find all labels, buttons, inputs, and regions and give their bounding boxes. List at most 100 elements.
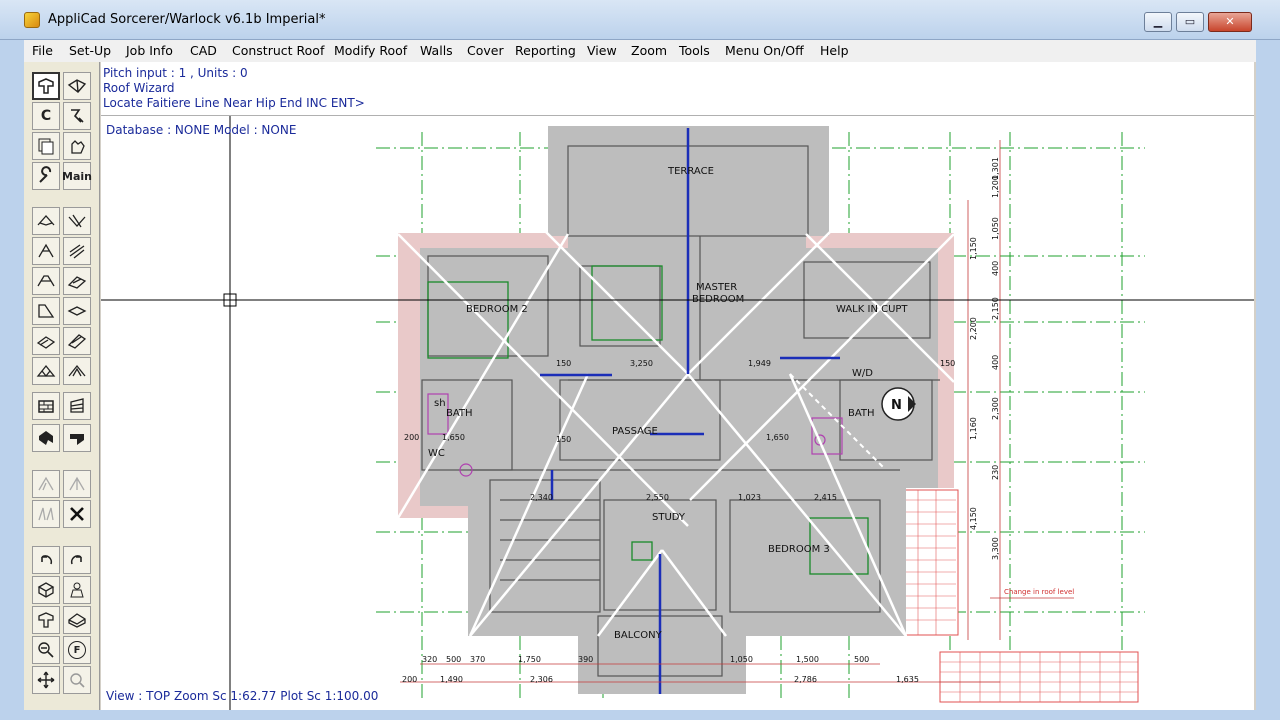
hand-tool[interactable] (63, 132, 91, 160)
disabled-valley-icon (69, 476, 85, 491)
main-menu-icon: Main (62, 169, 92, 183)
document-tool[interactable] (32, 132, 60, 160)
dim-400-b: 400 (991, 355, 1000, 370)
render-tool[interactable] (63, 606, 91, 634)
zoom-out-icon (38, 642, 54, 658)
redo-tool[interactable] (63, 546, 91, 574)
menu-view[interactable]: View (587, 43, 617, 58)
flat-roof-tool[interactable] (63, 297, 91, 325)
dim-150-a: 150 (556, 359, 571, 368)
dim-1650: 1,650 (442, 433, 465, 442)
room-bedroom-2: BEDROOM 2 (466, 304, 528, 315)
floor-plan-drawing: TERRACE MASTER BEDROOM BEDROOM 2 WALK IN… (101, 116, 1254, 710)
zoom-out-tool[interactable] (32, 636, 60, 664)
menu-tools[interactable]: Tools (679, 43, 710, 58)
window-border-left (0, 40, 24, 720)
dim-3250: 3,250 (630, 359, 653, 368)
zoom-fit-tool[interactable]: F (63, 636, 91, 664)
room-study: STUDY (652, 512, 686, 523)
tie-tool[interactable] (63, 102, 91, 130)
clear-tool[interactable]: C (32, 102, 60, 130)
dim-390: 390 (578, 655, 593, 664)
delete-x-icon (70, 507, 84, 521)
tie-icon (71, 109, 84, 123)
zoom-window-tool[interactable] (63, 666, 91, 694)
dutch-gable-tool[interactable] (32, 267, 60, 295)
fold-left-tool[interactable] (32, 424, 60, 452)
dim-1050: 1,050 (991, 217, 1000, 240)
title-bar: AppliCad Sorcerer/Warlock v6.1b Imperial… (0, 0, 1280, 40)
menu-setup[interactable]: Set-Up (69, 43, 111, 58)
skillion-tool[interactable] (32, 297, 60, 325)
drawing-canvas[interactable]: TERRACE MASTER BEDROOM BEDROOM 2 WALK IN… (101, 116, 1254, 710)
dim-2300: 2,300 (991, 397, 1000, 420)
document-stack-icon (38, 138, 54, 155)
pan-tool[interactable] (32, 666, 60, 694)
pan-arrows-icon (37, 671, 55, 689)
menu-zoom[interactable]: Zoom (631, 43, 667, 58)
render-icon (68, 613, 86, 628)
roof-edit-tool[interactable] (32, 606, 60, 634)
skillion-icon (38, 304, 55, 318)
disabled-pair-icon (38, 507, 54, 521)
app-icon (24, 12, 40, 28)
sheet-tool[interactable] (32, 327, 60, 355)
maximize-button[interactable]: ▭ (1176, 12, 1204, 32)
menu-job-info[interactable]: Job Info (126, 43, 173, 58)
rafter-icon (69, 244, 85, 259)
wall-end-icon (70, 398, 84, 413)
roof-plane-icon (67, 79, 87, 93)
wrench-icon (39, 166, 52, 183)
dim-2550: 2,550 (646, 493, 669, 502)
batten-icon (67, 276, 87, 289)
person-tool[interactable] (63, 576, 91, 604)
fold-left-icon (39, 431, 53, 445)
dim-200-b: 200 (404, 433, 419, 442)
dim-2415: 2,415 (814, 493, 837, 502)
zoom-window-icon (70, 673, 85, 688)
box-3d-tool[interactable] (32, 576, 60, 604)
clear-icon: C (40, 108, 52, 124)
window-border-right (1256, 40, 1280, 720)
menu-walls[interactable]: Walls (420, 43, 453, 58)
wrench-tool[interactable] (32, 162, 60, 190)
batten-tool[interactable] (63, 267, 91, 295)
undo-tool[interactable] (32, 546, 60, 574)
room-wd: W/D (852, 368, 873, 379)
menu-help[interactable]: Help (820, 43, 849, 58)
gable-tool[interactable] (32, 237, 60, 265)
cover-tool[interactable] (63, 327, 91, 355)
menu-modify-roof[interactable]: Modify Roof (334, 43, 407, 58)
wall-tool[interactable] (32, 392, 60, 420)
rafter-tool[interactable] (63, 237, 91, 265)
menu-construct-roof[interactable]: Construct Roof (232, 43, 324, 58)
command-line-2: Roof Wizard (103, 81, 175, 95)
valley-tool[interactable] (63, 207, 91, 235)
disabled-tool-1[interactable] (32, 470, 60, 498)
wall-end-tool[interactable] (63, 392, 91, 420)
frame-tool[interactable] (63, 357, 91, 385)
menu-menu-onoff[interactable]: Menu On/Off (725, 43, 804, 58)
dim-2150: 2,150 (991, 297, 1000, 320)
roof-wizard-tool[interactable] (32, 72, 60, 100)
undo-arrow-icon (41, 555, 53, 565)
delete-tool[interactable] (63, 500, 91, 528)
fold-right-tool[interactable] (63, 424, 91, 452)
close-button[interactable]: ✕ (1208, 12, 1252, 32)
minimize-button[interactable]: ▁ (1144, 12, 1172, 32)
truss-tool[interactable] (32, 357, 60, 385)
roof-plane-tool[interactable] (63, 72, 91, 100)
menu-cad[interactable]: CAD (190, 43, 217, 58)
dim-4150: 4,150 (969, 507, 978, 530)
main-menu-tool[interactable]: Main (62, 162, 92, 190)
dim-1949: 1,949 (748, 359, 771, 368)
menu-cover[interactable]: Cover (467, 43, 504, 58)
redo-arrow-icon (70, 555, 82, 565)
menu-reporting[interactable]: Reporting (515, 43, 576, 58)
dim-1500: 1,500 (796, 655, 819, 664)
disabled-tool-3[interactable] (32, 500, 60, 528)
dim-150-c: 150 (940, 359, 955, 368)
menu-file[interactable]: File (32, 43, 53, 58)
disabled-tool-2[interactable] (63, 470, 91, 498)
hip-tool[interactable] (32, 207, 60, 235)
